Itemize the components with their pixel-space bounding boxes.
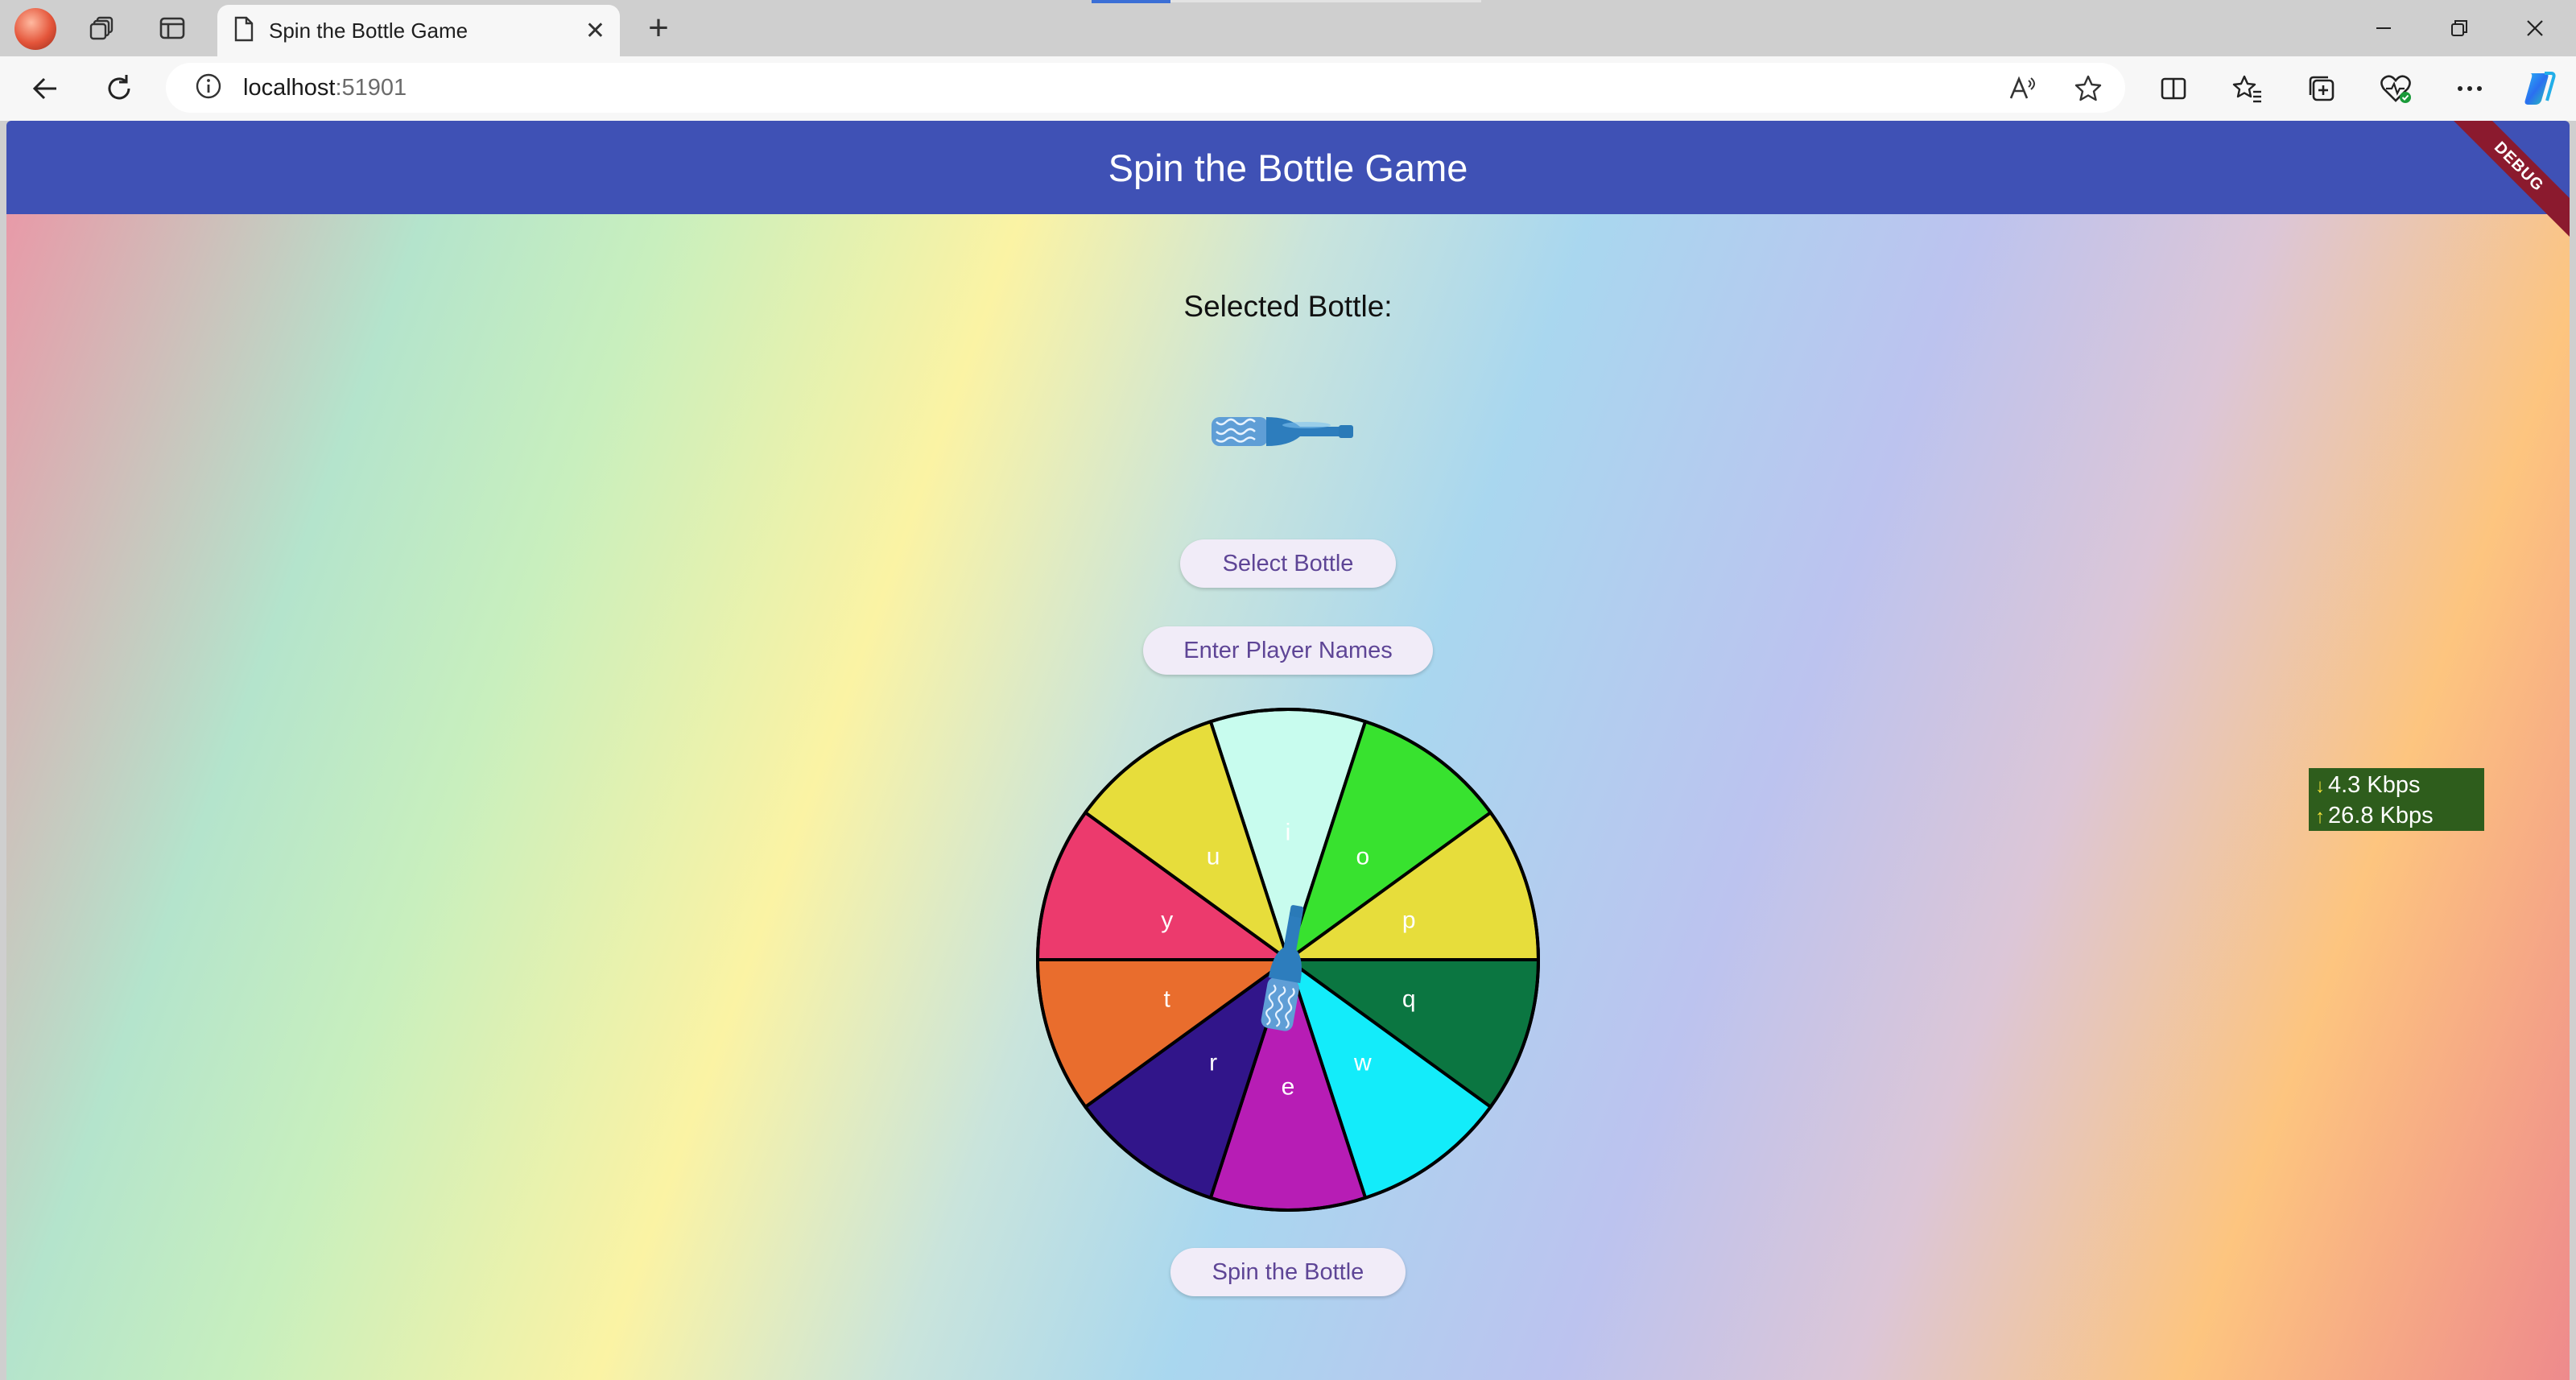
workspaces-icon[interactable] bbox=[80, 8, 126, 48]
new-tab-icon[interactable]: + bbox=[636, 8, 681, 48]
upload-arrow-icon: ↑ bbox=[2315, 806, 2325, 828]
read-aloud-icon[interactable] bbox=[2004, 71, 2040, 106]
refresh-icon[interactable] bbox=[97, 66, 142, 111]
tab-strip: Spin the Bottle Game ✕ + bbox=[0, 0, 2576, 56]
favorites-icon[interactable] bbox=[2225, 66, 2270, 111]
download-speed-row: ↓ 4.3 Kbps bbox=[2315, 771, 2484, 801]
more-options-icon[interactable] bbox=[2447, 66, 2492, 111]
close-window-icon[interactable] bbox=[2499, 6, 2571, 50]
loading-indicator bbox=[1092, 0, 1170, 3]
navigation-bar: localhost:51901 bbox=[0, 56, 2576, 121]
wheel-label-i: i bbox=[1286, 820, 1291, 846]
select-bottle-button[interactable]: Select Bottle bbox=[1180, 539, 1396, 588]
wheel-label-t: t bbox=[1164, 985, 1171, 1012]
split-screen-icon[interactable] bbox=[2151, 66, 2196, 111]
upload-speed-row: ↑ 26.8 Kbps bbox=[2315, 801, 2484, 832]
vertical-tabs-icon[interactable] bbox=[150, 8, 195, 48]
enter-player-names-button[interactable]: Enter Player Names bbox=[1143, 626, 1433, 675]
wheel-label-p: p bbox=[1402, 907, 1416, 934]
network-speed-overlay: ↓ 4.3 Kbps ↑ 26.8 Kbps bbox=[2309, 768, 2484, 831]
favorite-star-icon[interactable] bbox=[2070, 71, 2106, 106]
app-title: Spin the Bottle Game bbox=[1108, 146, 1468, 189]
download-arrow-icon: ↓ bbox=[2315, 775, 2325, 797]
tab-title: Spin the Bottle Game bbox=[269, 18, 469, 43]
wheel-label-q: q bbox=[1402, 985, 1416, 1012]
player-wheel: i o p q w e r t y u bbox=[1035, 708, 1541, 1212]
app-bar: Spin the Bottle Game bbox=[6, 121, 2570, 214]
copilot-icon[interactable] bbox=[2516, 66, 2562, 111]
url-host: localhost bbox=[243, 74, 336, 101]
collections-icon[interactable] bbox=[2299, 66, 2344, 111]
page-icon bbox=[233, 16, 254, 46]
spin-bottle-button[interactable]: Spin the Bottle bbox=[1170, 1248, 1406, 1296]
selected-bottle-image bbox=[1210, 411, 1356, 457]
active-tab[interactable]: Spin the Bottle Game ✕ bbox=[217, 5, 620, 56]
app-viewport: Spin the Bottle Game DEBUG Selected Bott… bbox=[6, 121, 2570, 1380]
url-port: :51901 bbox=[335, 74, 407, 101]
back-icon[interactable] bbox=[23, 66, 68, 111]
wheel-label-w: w bbox=[1353, 1049, 1372, 1076]
browser-essentials-icon[interactable] bbox=[2373, 66, 2418, 111]
wheel-label-u: u bbox=[1207, 844, 1220, 870]
restore-icon[interactable] bbox=[2423, 6, 2496, 50]
download-speed: 4.3 Kbps bbox=[2328, 772, 2421, 798]
wheel-label-o: o bbox=[1356, 844, 1370, 870]
wheel-label-y: y bbox=[1161, 907, 1173, 934]
wheel-label-r: r bbox=[1209, 1049, 1217, 1076]
selected-bottle-label: Selected Bottle: bbox=[1183, 290, 1393, 323]
profile-avatar[interactable] bbox=[14, 8, 56, 50]
tab-strip-divider bbox=[1170, 0, 1481, 2]
minimize-icon[interactable] bbox=[2347, 6, 2420, 50]
close-tab-icon[interactable]: ✕ bbox=[585, 17, 605, 45]
upload-speed: 26.8 Kbps bbox=[2328, 803, 2434, 828]
address-bar[interactable]: localhost:51901 bbox=[166, 63, 2125, 113]
site-info-icon[interactable] bbox=[195, 72, 222, 104]
wheel-label-e: e bbox=[1282, 1074, 1295, 1101]
